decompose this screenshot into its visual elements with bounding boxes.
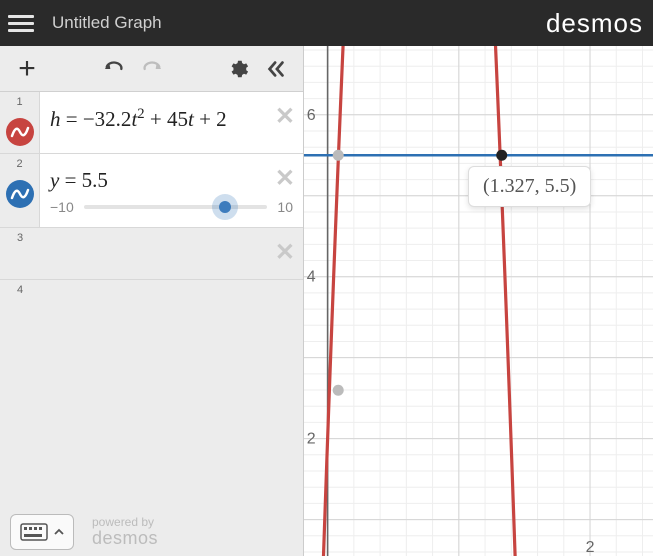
expression-input-1[interactable]: h = −32.2t2 + 45t + 2 (40, 92, 303, 153)
app-header: Untitled Graph desmos (0, 0, 653, 46)
row-index: 4 (17, 284, 23, 296)
panel-footer: powered by desmos (10, 514, 158, 550)
row-gutter: 1 (0, 92, 40, 153)
row-index: 3 (17, 232, 23, 244)
color-badge-2[interactable] (6, 180, 34, 208)
row-gutter: 2 (0, 154, 40, 227)
delete-row-button-3[interactable]: ✕ (275, 238, 295, 267)
slider-min[interactable]: −10 (50, 199, 74, 215)
expression-input-2[interactable]: y = 5.5 (40, 154, 303, 197)
gear-icon (227, 58, 249, 80)
svg-text:6: 6 (307, 107, 316, 124)
expression-row-4[interactable]: 4 (0, 280, 303, 310)
expression-panel: + 1 h = −32.2t2 + 45t (0, 46, 304, 556)
row-gutter: 4 (0, 280, 40, 310)
graph-viewport[interactable]: 6 4 2 2 (1.327, 5.5) (304, 46, 653, 556)
expression-input-3[interactable] (40, 228, 303, 279)
slider-thumb[interactable] (219, 201, 231, 213)
slider-track[interactable] (84, 205, 268, 209)
wave-icon (10, 122, 30, 142)
powered-by-text: powered by (92, 516, 158, 529)
brand-logo: desmos (546, 8, 643, 39)
plus-icon: + (18, 52, 36, 86)
plot-svg: 6 4 2 2 (304, 46, 653, 556)
expression-input-4[interactable] (40, 280, 303, 310)
delete-row-button-2[interactable]: ✕ (275, 164, 295, 193)
expression-row-3[interactable]: 3 ✕ (0, 228, 303, 280)
keyboard-icon (20, 523, 48, 541)
svg-text:2: 2 (586, 539, 595, 556)
settings-button[interactable] (219, 50, 257, 88)
powered-by-label: powered by desmos (92, 516, 158, 549)
add-expression-button[interactable]: + (8, 50, 46, 88)
graph-title[interactable]: Untitled Graph (52, 13, 162, 33)
chevron-double-left-icon (265, 58, 287, 80)
menu-icon[interactable] (8, 10, 34, 36)
main-layout: + 1 h = −32.2t2 + 45t (0, 46, 653, 556)
slider-row: −10 10 (40, 197, 303, 227)
keyboard-toggle-button[interactable] (10, 514, 74, 550)
row-gutter: 3 (0, 228, 40, 279)
powered-by-brand: desmos (92, 529, 158, 549)
undo-button[interactable] (95, 50, 133, 88)
row-index: 1 (16, 96, 22, 108)
slider-max[interactable]: 10 (277, 199, 293, 215)
expression-row-1[interactable]: 1 h = −32.2t2 + 45t + 2 ✕ (0, 92, 303, 154)
point-tooltip: (1.327, 5.5) (468, 166, 591, 207)
panel-toolbar: + (0, 46, 303, 92)
collapse-panel-button[interactable] (257, 50, 295, 88)
svg-text:2: 2 (307, 431, 316, 448)
color-badge-1[interactable] (6, 118, 34, 146)
svg-text:4: 4 (307, 269, 316, 286)
redo-button[interactable] (133, 50, 171, 88)
undo-icon (103, 58, 125, 80)
delete-row-button-1[interactable]: ✕ (275, 102, 295, 131)
redo-icon (141, 58, 163, 80)
expression-row-2[interactable]: 2 y = 5.5 −10 10 ✕ (0, 154, 303, 228)
wave-icon (10, 184, 30, 204)
row-index: 2 (16, 158, 22, 170)
chevron-up-icon (54, 528, 64, 536)
